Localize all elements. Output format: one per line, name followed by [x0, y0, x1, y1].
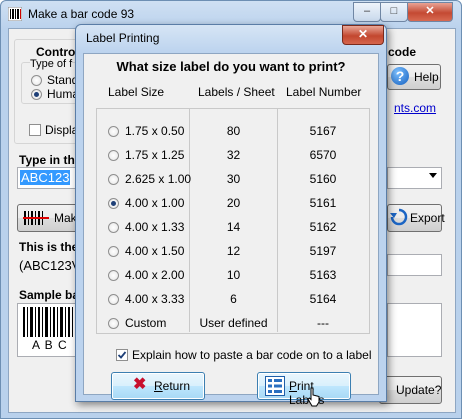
maximize-button[interactable]: □ [380, 2, 408, 22]
label-number-value: 6570 [309, 148, 337, 162]
human-radio[interactable] [31, 89, 42, 100]
per-sheet-value: 20 [226, 196, 241, 210]
dialog-close-button[interactable]: ✕ [342, 25, 384, 45]
help-button[interactable]: ? Help [387, 64, 441, 90]
explain-checkbox-label: Explain how to paste a bar code on to a … [132, 348, 372, 362]
per-sheet-value: 80 [226, 124, 241, 138]
per-sheet-value: 10 [226, 268, 241, 282]
header-labels-per-sheet: Labels / Sheet [198, 85, 275, 99]
header-label-size: Label Size [108, 85, 165, 99]
label-sheet-icon [265, 376, 285, 396]
minimize-button[interactable]: – [353, 2, 381, 22]
per-sheet-value: 12 [226, 244, 241, 258]
size-radio-2[interactable] [108, 150, 119, 161]
chevron-down-icon [429, 173, 437, 178]
update-button[interactable]: Update? [379, 376, 442, 404]
control-group-label: Control [36, 45, 79, 59]
size-label: 4.00 x 2.00 [125, 268, 185, 282]
barcode-input-selected-text: ABC123 [20, 170, 71, 185]
sample-barcode-image [23, 307, 77, 337]
symbology-dropdown[interactable] [387, 167, 442, 189]
help-button-label: Help [414, 70, 439, 84]
per-sheet-value: User defined [199, 316, 268, 330]
size-radio-7[interactable] [108, 270, 119, 281]
label-number-value: 5197 [309, 244, 337, 258]
right-text-field[interactable] [387, 254, 442, 276]
dialog-client-area: What size label do you want to print? La… [83, 53, 379, 407]
explain-checkbox[interactable] [116, 349, 128, 361]
barcode-input[interactable]: ABC123 [17, 167, 81, 189]
export-button-label: Export [410, 211, 445, 225]
right-heading: code [388, 45, 417, 59]
sample-label: Sample ba [19, 288, 80, 302]
header-label-number: Label Number [286, 85, 362, 99]
print-labels-button[interactable]: Print Labels [257, 372, 351, 407]
size-radio-6[interactable] [108, 246, 119, 257]
size-label: 2.625 x 1.00 [125, 172, 192, 186]
size-radio-custom[interactable] [108, 318, 119, 329]
barcode-app-icon [8, 7, 22, 21]
export-icon [390, 208, 408, 226]
per-sheet-value: 6 [230, 292, 237, 306]
sample-barcode-box: A B C [17, 303, 81, 357]
main-window-title: Make a bar code 93 [28, 7, 135, 21]
dialog-title: Label Printing [86, 31, 160, 45]
export-button[interactable]: Export [387, 204, 445, 232]
label-printing-dialog: Label Printing ✕ What size label do you … [75, 24, 387, 407]
size-label: 4.00 x 1.33 [125, 220, 185, 234]
this-is-label: This is the [19, 240, 79, 254]
label-number-value: 5163 [309, 268, 337, 282]
type-in-label: Type in the [19, 153, 82, 167]
label-number-value: 5161 [309, 196, 337, 210]
size-radio-4-selected[interactable] [108, 198, 119, 209]
right-text-area[interactable] [387, 303, 442, 357]
return-button[interactable]: ✖ Return [111, 372, 205, 400]
sample-barcode-text: A B C [32, 338, 68, 352]
close-button[interactable]: ✕ [407, 2, 453, 22]
barcode-icon [23, 211, 49, 225]
size-radio-1[interactable] [108, 126, 119, 137]
size-label: 1.75 x 0.50 [125, 124, 185, 138]
per-sheet-value: 14 [226, 220, 241, 234]
label-number-value: 5162 [309, 220, 337, 234]
standard-radio[interactable] [31, 75, 42, 86]
help-icon: ? [391, 67, 409, 85]
size-label: 4.00 x 3.33 [125, 292, 185, 306]
size-radio-5[interactable] [108, 222, 119, 233]
size-label: 1.75 x 1.25 [125, 148, 185, 162]
size-radio-3[interactable] [108, 174, 119, 185]
per-sheet-value: 30 [226, 172, 241, 186]
size-radio-8[interactable] [108, 294, 119, 305]
size-label: Custom [125, 316, 167, 330]
mouse-cursor-icon [307, 387, 320, 407]
website-link[interactable]: nts.com [394, 101, 436, 115]
label-number-value: 5164 [309, 292, 337, 306]
red-x-icon: ✖ [133, 376, 147, 393]
make-button[interactable]: Make [17, 204, 83, 232]
dialog-question: What size label do you want to print? [116, 59, 346, 74]
return-button-label: Return [154, 379, 191, 393]
label-number-value: 5160 [309, 172, 337, 186]
display-checkbox[interactable] [29, 124, 41, 136]
update-button-label: Update? [396, 383, 442, 397]
size-label: 4.00 x 1.50 [125, 244, 185, 258]
label-number-value: 5167 [309, 124, 337, 138]
per-sheet-value: 32 [226, 148, 241, 162]
label-number-value: --- [317, 316, 329, 330]
checkmark-icon [117, 351, 127, 359]
type-group-label: Type of f [30, 58, 73, 70]
encoded-text: (ABC123V [19, 258, 81, 273]
size-label: 4.00 x 1.00 [125, 196, 185, 210]
